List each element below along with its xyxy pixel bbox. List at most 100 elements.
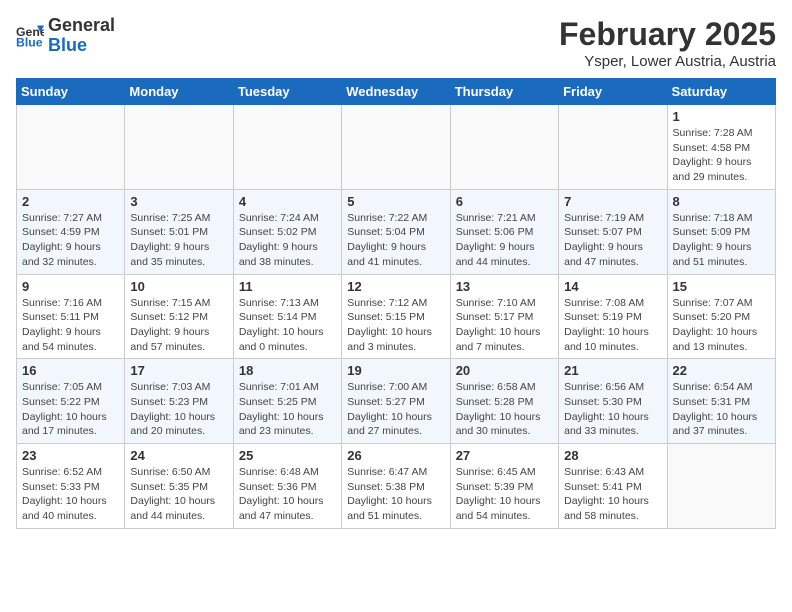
calendar-week-row: 1Sunrise: 7:28 AM Sunset: 4:58 PM Daylig… — [17, 105, 776, 190]
calendar-day-cell: 18 Sunrise: 7:01 AM Sunset: 5:25 PM Dayli… — [233, 359, 341, 444]
weekday-header: Sunday — [17, 79, 125, 105]
page-header: General Blue General Blue February 2025 … — [16, 16, 776, 70]
day-info: Sunrise: 6:48 AM Sunset: 5:36 PM Dayligh… — [239, 465, 336, 524]
day-number: 24 — [130, 448, 227, 463]
calendar-day-cell: 12 Sunrise: 7:12 AM Sunset: 5:15 PM Dayli… — [342, 274, 450, 359]
calendar-day-cell: 3 Sunrise: 7:25 AM Sunset: 5:01 PM Daylig… — [125, 189, 233, 274]
day-info: Sunrise: 7:22 AM Sunset: 5:04 PM Dayligh… — [347, 211, 444, 270]
day-number: 27 — [456, 448, 553, 463]
calendar-week-row: 23Sunrise: 6:52 AM Sunset: 5:33 PM Dayli… — [17, 444, 776, 529]
day-number: 11 — [239, 279, 336, 294]
day-number: 10 — [130, 279, 227, 294]
day-number: 2 — [22, 194, 119, 209]
day-number: 17 — [130, 363, 227, 378]
calendar-day-cell: 22Sunrise: 6:54 AM Sunset: 5:31 PM Dayli… — [667, 359, 775, 444]
calendar-day-cell — [17, 105, 125, 190]
calendar-day-cell — [667, 444, 775, 529]
svg-text:Blue: Blue — [16, 35, 43, 49]
title-block: February 2025 Ysper, Lower Austria, Aust… — [559, 16, 776, 70]
day-info: Sunrise: 7:12 AM Sunset: 5:15 PM Dayligh… — [347, 296, 444, 355]
calendar-day-cell: 28 Sunrise: 6:43 AM Sunset: 5:41 PM Dayli… — [559, 444, 667, 529]
calendar-day-cell: 21 Sunrise: 6:56 AM Sunset: 5:30 PM Dayli… — [559, 359, 667, 444]
day-info: Sunrise: 6:58 AM Sunset: 5:28 PM Dayligh… — [456, 380, 553, 439]
day-info: Sunrise: 7:00 AM Sunset: 5:27 PM Dayligh… — [347, 380, 444, 439]
calendar-day-cell: 23Sunrise: 6:52 AM Sunset: 5:33 PM Dayli… — [17, 444, 125, 529]
day-number: 4 — [239, 194, 336, 209]
calendar-header-row: SundayMondayTuesdayWednesdayThursdayFrid… — [17, 79, 776, 105]
calendar-day-cell: 11Sunrise: 7:13 AM Sunset: 5:14 PM Dayli… — [233, 274, 341, 359]
calendar-day-cell — [342, 105, 450, 190]
calendar-day-cell: 5 Sunrise: 7:22 AM Sunset: 5:04 PM Daylig… — [342, 189, 450, 274]
calendar-day-cell — [233, 105, 341, 190]
weekday-header: Monday — [125, 79, 233, 105]
day-info: Sunrise: 6:54 AM Sunset: 5:31 PM Dayligh… — [673, 380, 770, 439]
day-info: Sunrise: 7:16 AM Sunset: 5:11 PM Dayligh… — [22, 296, 119, 355]
day-number: 16 — [22, 363, 119, 378]
day-number: 28 — [564, 448, 661, 463]
day-number: 3 — [130, 194, 227, 209]
calendar-day-cell: 8 Sunrise: 7:18 AM Sunset: 5:09 PM Daylig… — [667, 189, 775, 274]
day-number: 19 — [347, 363, 444, 378]
calendar-day-cell — [450, 105, 558, 190]
day-info: Sunrise: 7:27 AM Sunset: 4:59 PM Dayligh… — [22, 211, 119, 270]
day-info: Sunrise: 7:10 AM Sunset: 5:17 PM Dayligh… — [456, 296, 553, 355]
day-info: Sunrise: 6:47 AM Sunset: 5:38 PM Dayligh… — [347, 465, 444, 524]
calendar-day-cell — [559, 105, 667, 190]
calendar-table: SundayMondayTuesdayWednesdayThursdayFrid… — [16, 78, 776, 529]
weekday-header: Tuesday — [233, 79, 341, 105]
day-number: 9 — [22, 279, 119, 294]
day-number: 21 — [564, 363, 661, 378]
day-number: 18 — [239, 363, 336, 378]
calendar-day-cell: 19 Sunrise: 7:00 AM Sunset: 5:27 PM Dayli… — [342, 359, 450, 444]
logo-icon: General Blue — [16, 22, 44, 50]
day-info: Sunrise: 7:08 AM Sunset: 5:19 PM Dayligh… — [564, 296, 661, 355]
day-number: 7 — [564, 194, 661, 209]
day-number: 25 — [239, 448, 336, 463]
day-info: Sunrise: 6:52 AM Sunset: 5:33 PM Dayligh… — [22, 465, 119, 524]
day-info: Sunrise: 7:21 AM Sunset: 5:06 PM Dayligh… — [456, 211, 553, 270]
day-info: Sunrise: 6:43 AM Sunset: 5:41 PM Dayligh… — [564, 465, 661, 524]
location-title: Ysper, Lower Austria, Austria — [559, 53, 776, 70]
calendar-day-cell: 25 Sunrise: 6:48 AM Sunset: 5:36 PM Dayli… — [233, 444, 341, 529]
calendar-day-cell: 27 Sunrise: 6:45 AM Sunset: 5:39 PM Dayli… — [450, 444, 558, 529]
day-number: 12 — [347, 279, 444, 294]
month-title: February 2025 — [559, 16, 776, 53]
day-info: Sunrise: 6:56 AM Sunset: 5:30 PM Dayligh… — [564, 380, 661, 439]
day-info: Sunrise: 7:07 AM Sunset: 5:20 PM Dayligh… — [673, 296, 770, 355]
day-number: 5 — [347, 194, 444, 209]
day-number: 6 — [456, 194, 553, 209]
day-number: 8 — [673, 194, 770, 209]
calendar-day-cell: 24 Sunrise: 6:50 AM Sunset: 5:35 PM Dayli… — [125, 444, 233, 529]
calendar-week-row: 9 Sunrise: 7:16 AM Sunset: 5:11 PM Daylig… — [17, 274, 776, 359]
calendar-day-cell: 26Sunrise: 6:47 AM Sunset: 5:38 PM Dayli… — [342, 444, 450, 529]
day-info: Sunrise: 7:03 AM Sunset: 5:23 PM Dayligh… — [130, 380, 227, 439]
calendar-day-cell: 1Sunrise: 7:28 AM Sunset: 4:58 PM Daylig… — [667, 105, 775, 190]
day-info: Sunrise: 7:18 AM Sunset: 5:09 PM Dayligh… — [673, 211, 770, 270]
calendar-day-cell: 15 Sunrise: 7:07 AM Sunset: 5:20 PM Dayli… — [667, 274, 775, 359]
calendar-week-row: 2 Sunrise: 7:27 AM Sunset: 4:59 PM Daylig… — [17, 189, 776, 274]
day-info: Sunrise: 6:50 AM Sunset: 5:35 PM Dayligh… — [130, 465, 227, 524]
calendar-day-cell: 10Sunrise: 7:15 AM Sunset: 5:12 PM Dayli… — [125, 274, 233, 359]
day-info: Sunrise: 7:25 AM Sunset: 5:01 PM Dayligh… — [130, 211, 227, 270]
logo: General Blue General Blue — [16, 16, 115, 56]
day-number: 15 — [673, 279, 770, 294]
calendar-day-cell: 6 Sunrise: 7:21 AM Sunset: 5:06 PM Daylig… — [450, 189, 558, 274]
day-info: Sunrise: 7:24 AM Sunset: 5:02 PM Dayligh… — [239, 211, 336, 270]
calendar-day-cell — [125, 105, 233, 190]
calendar-day-cell: 14Sunrise: 7:08 AM Sunset: 5:19 PM Dayli… — [559, 274, 667, 359]
calendar-day-cell: 17 Sunrise: 7:03 AM Sunset: 5:23 PM Dayli… — [125, 359, 233, 444]
calendar-day-cell: 20 Sunrise: 6:58 AM Sunset: 5:28 PM Dayli… — [450, 359, 558, 444]
day-number: 1 — [673, 109, 770, 124]
weekday-header: Thursday — [450, 79, 558, 105]
calendar-day-cell: 7 Sunrise: 7:19 AM Sunset: 5:07 PM Daylig… — [559, 189, 667, 274]
day-info: Sunrise: 7:19 AM Sunset: 5:07 PM Dayligh… — [564, 211, 661, 270]
calendar-day-cell: 16 Sunrise: 7:05 AM Sunset: 5:22 PM Dayli… — [17, 359, 125, 444]
weekday-header: Saturday — [667, 79, 775, 105]
day-number: 13 — [456, 279, 553, 294]
day-info: Sunrise: 6:45 AM Sunset: 5:39 PM Dayligh… — [456, 465, 553, 524]
day-number: 20 — [456, 363, 553, 378]
day-info: Sunrise: 7:01 AM Sunset: 5:25 PM Dayligh… — [239, 380, 336, 439]
logo-text: General Blue — [48, 16, 115, 56]
weekday-header: Friday — [559, 79, 667, 105]
day-info: Sunrise: 7:05 AM Sunset: 5:22 PM Dayligh… — [22, 380, 119, 439]
